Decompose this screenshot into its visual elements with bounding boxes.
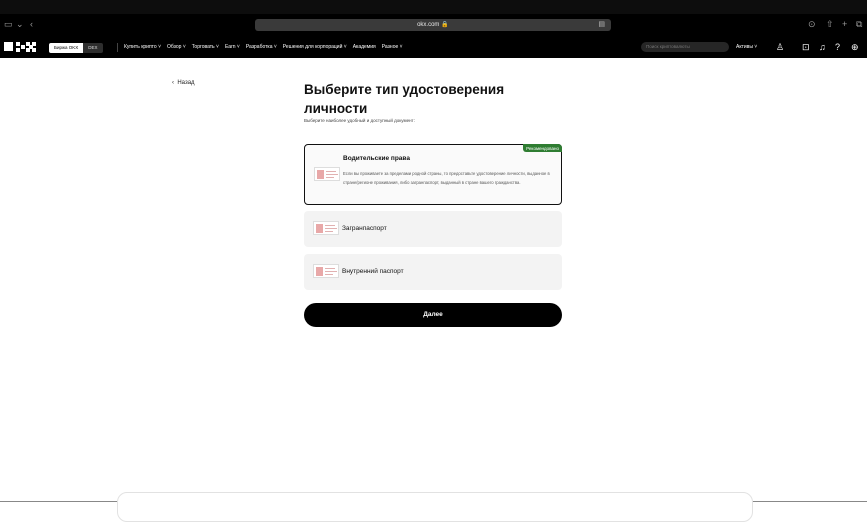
next-button[interactable]: Далее [304, 303, 562, 327]
menu-more[interactable]: Разное ˅ [382, 44, 403, 50]
reader-icon[interactable]: ▤ [598, 19, 605, 31]
okx-logo[interactable] [4, 42, 38, 52]
page-title: Выберите тип удостоверения личности [304, 82, 505, 116]
segment-exchange[interactable]: Биржа OKX [49, 43, 84, 53]
sidebar-icon[interactable]: ▭ [4, 19, 13, 29]
option-title: Водительские права [343, 155, 410, 162]
menu-develop[interactable]: Разработка ˅ [246, 44, 277, 50]
share-icon[interactable]: ⇧ [826, 19, 834, 29]
menu-buy-crypto[interactable]: Купить крипто ˅ [124, 44, 161, 50]
user-icon[interactable]: ♙ [776, 41, 784, 53]
menu-trade[interactable]: Торговать ˅ [192, 44, 219, 50]
chevron-down-icon[interactable]: ⌄ [16, 19, 24, 29]
back-label: Назад [177, 80, 195, 86]
tabs-icon[interactable]: ⧉ [856, 19, 862, 29]
menu-academy[interactable]: Академия [353, 44, 376, 50]
page-subtitle: Выберите наиболее удобный и доступный до… [304, 118, 415, 123]
segment-dex[interactable]: DEX [83, 43, 103, 53]
assets-menu[interactable]: Активы ˅ [736, 36, 757, 58]
option-drivers-license[interactable]: Рекомендовано Водительские права Если вы… [304, 144, 562, 205]
site-navbar: Биржа OKX DEX Купить крипто ˅ Обзор ˅ То… [0, 36, 867, 58]
window-top-strip [0, 0, 867, 14]
lock-icon: 🔒 [441, 22, 449, 28]
menu-overview[interactable]: Обзор ˅ [167, 44, 186, 50]
nav-divider [117, 43, 118, 52]
chevron-left-icon[interactable]: ‹ [30, 19, 33, 29]
address-bar[interactable]: okx.com 🔒 ▤ [255, 19, 611, 31]
recommended-badge: Рекомендовано [523, 144, 562, 152]
passport-icon [313, 221, 339, 235]
option-title: Загранпаспорт [342, 225, 387, 232]
option-internal-passport[interactable]: Внутренний паспорт [304, 254, 562, 290]
option-description: Если вы проживаете за пределами родной с… [343, 171, 550, 185]
download-app-icon[interactable]: ⊡ [802, 41, 810, 53]
menu-earn[interactable]: Earn ˅ [225, 44, 240, 50]
bell-icon[interactable]: ♫ [819, 41, 826, 53]
option-title: Внутренний паспорт [342, 268, 404, 275]
plus-icon[interactable]: + [842, 19, 847, 29]
help-icon[interactable]: ? [835, 41, 840, 53]
url-text: okx.com [417, 22, 440, 28]
search-input[interactable]: Поиск криптовалюты [641, 42, 729, 52]
exchange-toggle[interactable]: Биржа OKX DEX [49, 43, 103, 53]
download-icon[interactable]: ⊙ [808, 19, 816, 29]
main-menu: Купить крипто ˅ Обзор ˅ Торговать ˅ Earn… [124, 36, 403, 58]
bottom-panel [117, 492, 753, 522]
globe-icon[interactable]: ⊕ [851, 41, 859, 53]
option-passport[interactable]: Загранпаспорт [304, 211, 562, 247]
back-link[interactable]: ‹ Назад [172, 80, 195, 86]
license-icon [314, 167, 340, 181]
menu-corporate[interactable]: Решения для корпораций ˅ [283, 44, 347, 50]
id-card-icon [313, 264, 339, 278]
